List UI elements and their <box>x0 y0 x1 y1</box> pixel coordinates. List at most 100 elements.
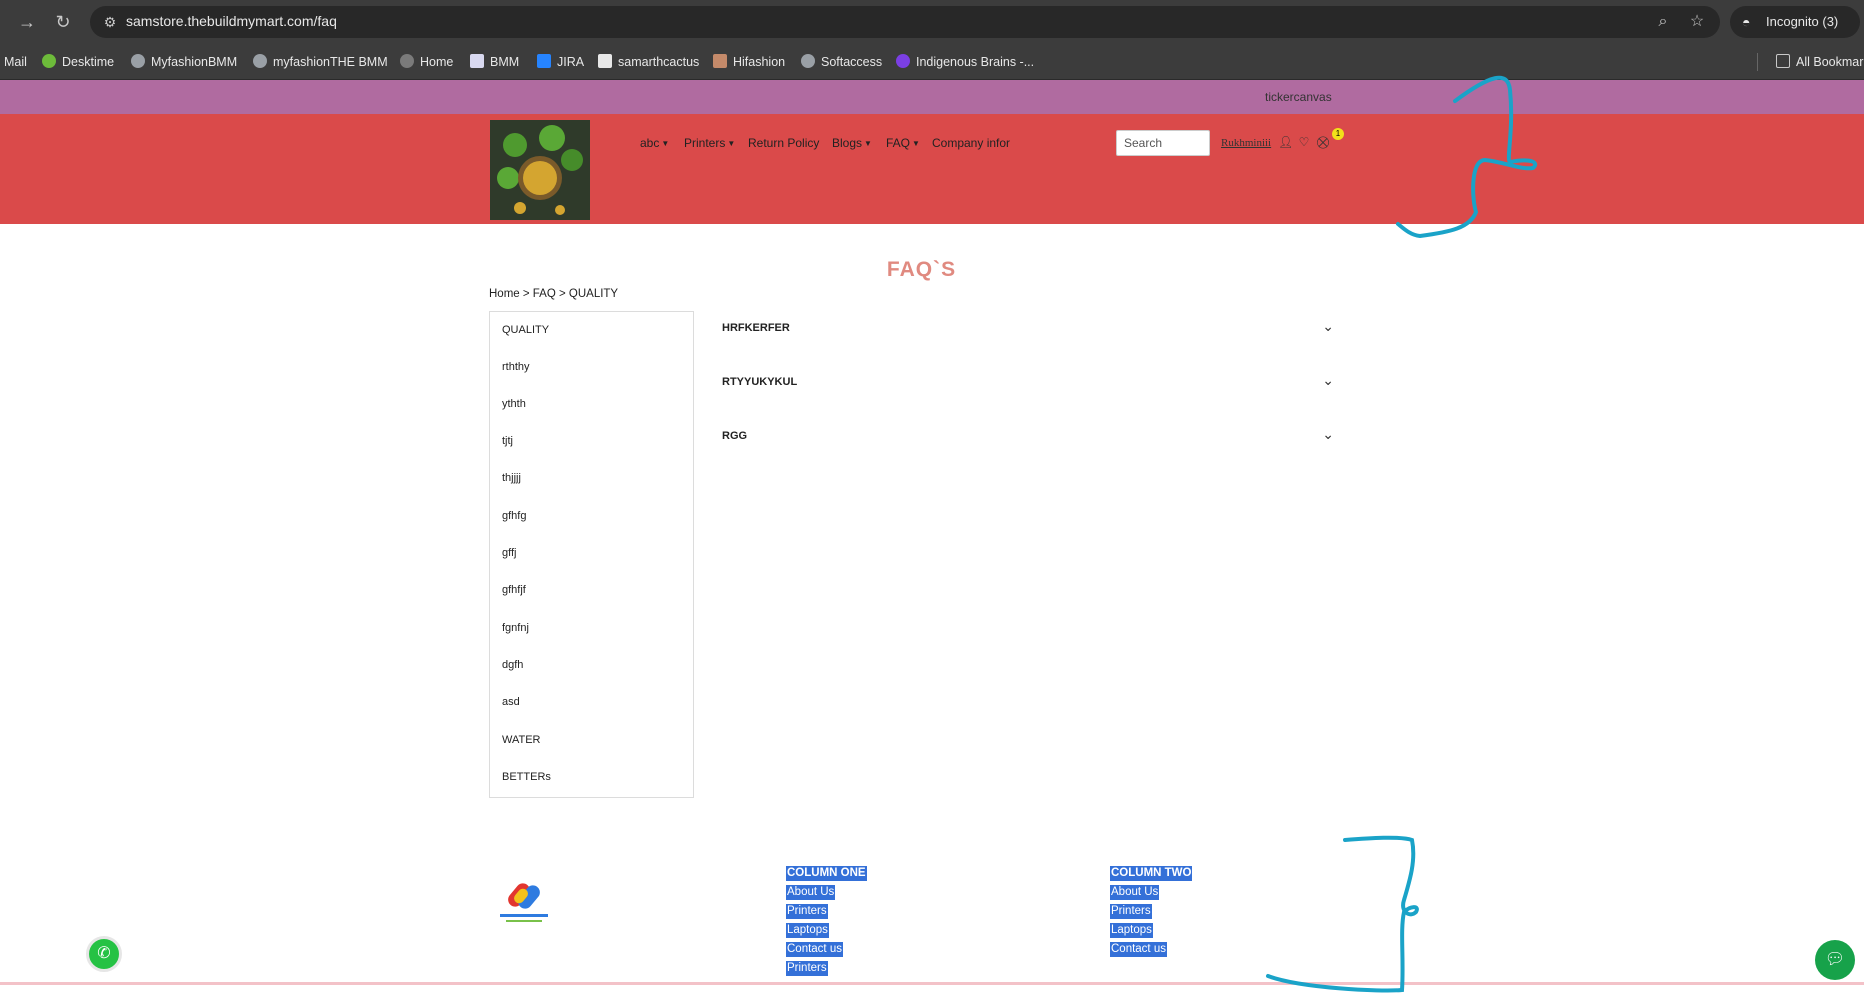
site-header: abc ▼ Printers ▼ Return Policy Blogs ▼ FAQ ▼… <box>0 114 1864 224</box>
search-input[interactable]: Search <box>1116 130 1210 156</box>
footer-column-two: COLUMN TWO About Us Printers Laptops Con… <box>1110 866 1193 961</box>
bookmark-desktime[interactable]: Desktime <box>42 53 114 71</box>
chat-widget-icon[interactable]: 💬︎ <box>1815 940 1855 980</box>
footer-link[interactable]: About Us <box>786 885 836 900</box>
bookmark-jira[interactable]: JIRA <box>537 53 584 71</box>
footer-logo[interactable] <box>496 880 552 926</box>
nav-return-policy[interactable]: Return Policy <box>748 136 819 150</box>
footer-column-title: COLUMN TWO <box>1110 866 1193 881</box>
bookmark-softaccess[interactable]: Softaccess <box>801 53 882 71</box>
caret-down-icon: ▼ <box>727 139 736 148</box>
faq-question: HRFKERFER <box>722 322 790 334</box>
folder-icon <box>1776 54 1790 68</box>
url-text[interactable]: samstore.thebuildmymart.com/faq <box>126 13 337 29</box>
sidebar-item[interactable]: gffj <box>502 547 516 559</box>
sidebar-item[interactable]: tjtj <box>502 435 513 447</box>
incognito-label: Incognito (3) <box>1766 14 1839 29</box>
sidebar-item[interactable]: ythth <box>502 398 526 410</box>
user-icon[interactable]: 👤︎ <box>1278 135 1293 149</box>
bookmark-home[interactable]: Home <box>400 53 453 71</box>
indigenous-brains-icon <box>896 54 910 68</box>
faq-accordion-item[interactable]: HRFKERFER ⌄ <box>722 318 1342 352</box>
desktime-icon <box>42 54 56 68</box>
chevron-down-icon[interactable]: ⌄ <box>1322 426 1334 443</box>
incognito-icon: ◓ <box>1742 14 1751 30</box>
globe-icon <box>400 54 414 68</box>
nav-company-info[interactable]: Company infor <box>932 136 1010 150</box>
faq-accordion-item[interactable]: RGG ⌄ <box>722 426 1342 460</box>
caret-down-icon: ▼ <box>864 139 872 148</box>
faq-category-sidebar: QUALITY rththy ythth tjtj thjjjj gfhfg g… <box>489 311 694 798</box>
nav-printers[interactable]: Printers ▼ <box>684 136 735 150</box>
cart-icon[interactable]: ⛒ <box>1316 135 1330 149</box>
footer-link[interactable]: Laptops <box>786 923 829 938</box>
nav-abc[interactable]: abc ▼ <box>640 136 669 150</box>
footer-link[interactable]: Printers <box>1110 904 1152 919</box>
chevron-down-icon[interactable]: ⌄ <box>1322 372 1334 389</box>
globe-icon <box>253 54 267 68</box>
nav-blogs[interactable]: Blogs ▼ <box>832 136 872 150</box>
sidebar-item[interactable]: rththy <box>502 361 530 373</box>
sidebar-item-water[interactable]: WATER <box>502 734 541 746</box>
globe-icon <box>131 54 145 68</box>
faq-question: RGG <box>722 430 748 442</box>
address-bar[interactable]: ⚙ samstore.thebuildmymart.com/faq ⌕ ☆ <box>90 6 1720 38</box>
chevron-down-icon[interactable]: ⌄ <box>1322 318 1334 335</box>
footer-logo-mark <box>500 883 548 922</box>
ticker-text: tickercanvas <box>1265 90 1332 104</box>
ticker-bar: tickercanvas <box>0 80 1864 114</box>
sidebar-item-quality[interactable]: QUALITY <box>502 324 549 336</box>
caret-down-icon: ▼ <box>661 139 670 148</box>
annotation-brace-bottom <box>1266 835 1419 993</box>
bookmark-bmm[interactable]: BMM <box>470 53 519 71</box>
site-info-icon[interactable]: ⚙ <box>100 12 120 32</box>
logo-image <box>490 120 590 220</box>
bookmarks-bar: Mail Desktime MyfashionBMM myfashionTHE … <box>0 44 1864 80</box>
bookmark-myfashionthebmm[interactable]: myfashionTHE BMM <box>253 53 388 71</box>
sidebar-item[interactable]: gfhfjf <box>502 584 526 596</box>
sidebar-item-betters[interactable]: BETTERs <box>502 771 551 783</box>
bookmark-samarthcactus[interactable]: samarthcactus <box>598 53 699 71</box>
bookmark-indigenous-brains[interactable]: Indigenous Brains -... <box>896 53 1034 71</box>
sidebar-item[interactable]: fgnfnj <box>502 622 529 634</box>
whatsapp-icon[interactable]: ✆ <box>86 936 122 972</box>
jira-icon <box>537 54 551 68</box>
cart-count-badge: 1 <box>1332 128 1344 140</box>
footer-link[interactable]: About Us <box>1110 885 1160 900</box>
bookmark-mail[interactable]: Mail <box>4 53 27 71</box>
footer-link[interactable]: Contact us <box>1110 942 1167 957</box>
footer-link[interactable]: Laptops <box>1110 923 1153 938</box>
faq-accordion-item[interactable]: RTYYUKYKUL ⌄ <box>722 372 1342 406</box>
incognito-button[interactable]: ◓ Incognito (3) <box>1730 6 1860 38</box>
page-title: FAQ`S <box>886 258 957 281</box>
nav-faq[interactable]: FAQ ▼ <box>886 136 920 150</box>
zoom-icon[interactable]: ⌕ <box>1653 12 1673 32</box>
sidebar-item[interactable]: dgfh <box>502 659 523 671</box>
sidebar-item[interactable]: thjjjj <box>502 472 521 484</box>
bookmark-star-icon[interactable]: ☆ <box>1687 12 1707 32</box>
footer-column-title: COLUMN ONE <box>786 866 867 881</box>
forward-icon[interactable]: → <box>17 12 37 32</box>
reload-icon[interactable]: ↻ <box>53 12 73 32</box>
user-account-link[interactable]: Rukhminiii <box>1221 137 1271 149</box>
cactus-icon <box>598 54 612 68</box>
footer-link[interactable]: Contact us <box>786 942 843 957</box>
heart-icon[interactable]: ♡ <box>1297 135 1311 149</box>
footer-column-one: COLUMN ONE About Us Printers Laptops Con… <box>786 866 867 980</box>
globe-icon <box>801 54 815 68</box>
bookmark-myfashionbmm[interactable]: MyfashionBMM <box>131 53 237 71</box>
breadcrumb[interactable]: Home > FAQ > QUALITY <box>489 288 618 300</box>
sidebar-item[interactable]: gfhfg <box>502 510 526 522</box>
footer-divider <box>0 982 1864 985</box>
footer-link[interactable]: Printers <box>786 904 828 919</box>
faq-question: RTYYUKYKUL <box>722 376 798 388</box>
footer-link[interactable]: Printers <box>786 961 828 976</box>
bookmarks-divider <box>1757 53 1758 71</box>
all-bookmarks[interactable]: All Bookmar <box>1776 53 1863 71</box>
bmm-icon <box>470 54 484 68</box>
browser-toolbar: → ↻ ⚙ samstore.thebuildmymart.com/faq ⌕ … <box>0 0 1864 44</box>
sidebar-item[interactable]: asd <box>502 696 520 708</box>
caret-down-icon: ▼ <box>912 139 920 148</box>
site-logo[interactable] <box>490 120 590 220</box>
bookmark-hifashion[interactable]: Hifashion <box>713 53 785 71</box>
